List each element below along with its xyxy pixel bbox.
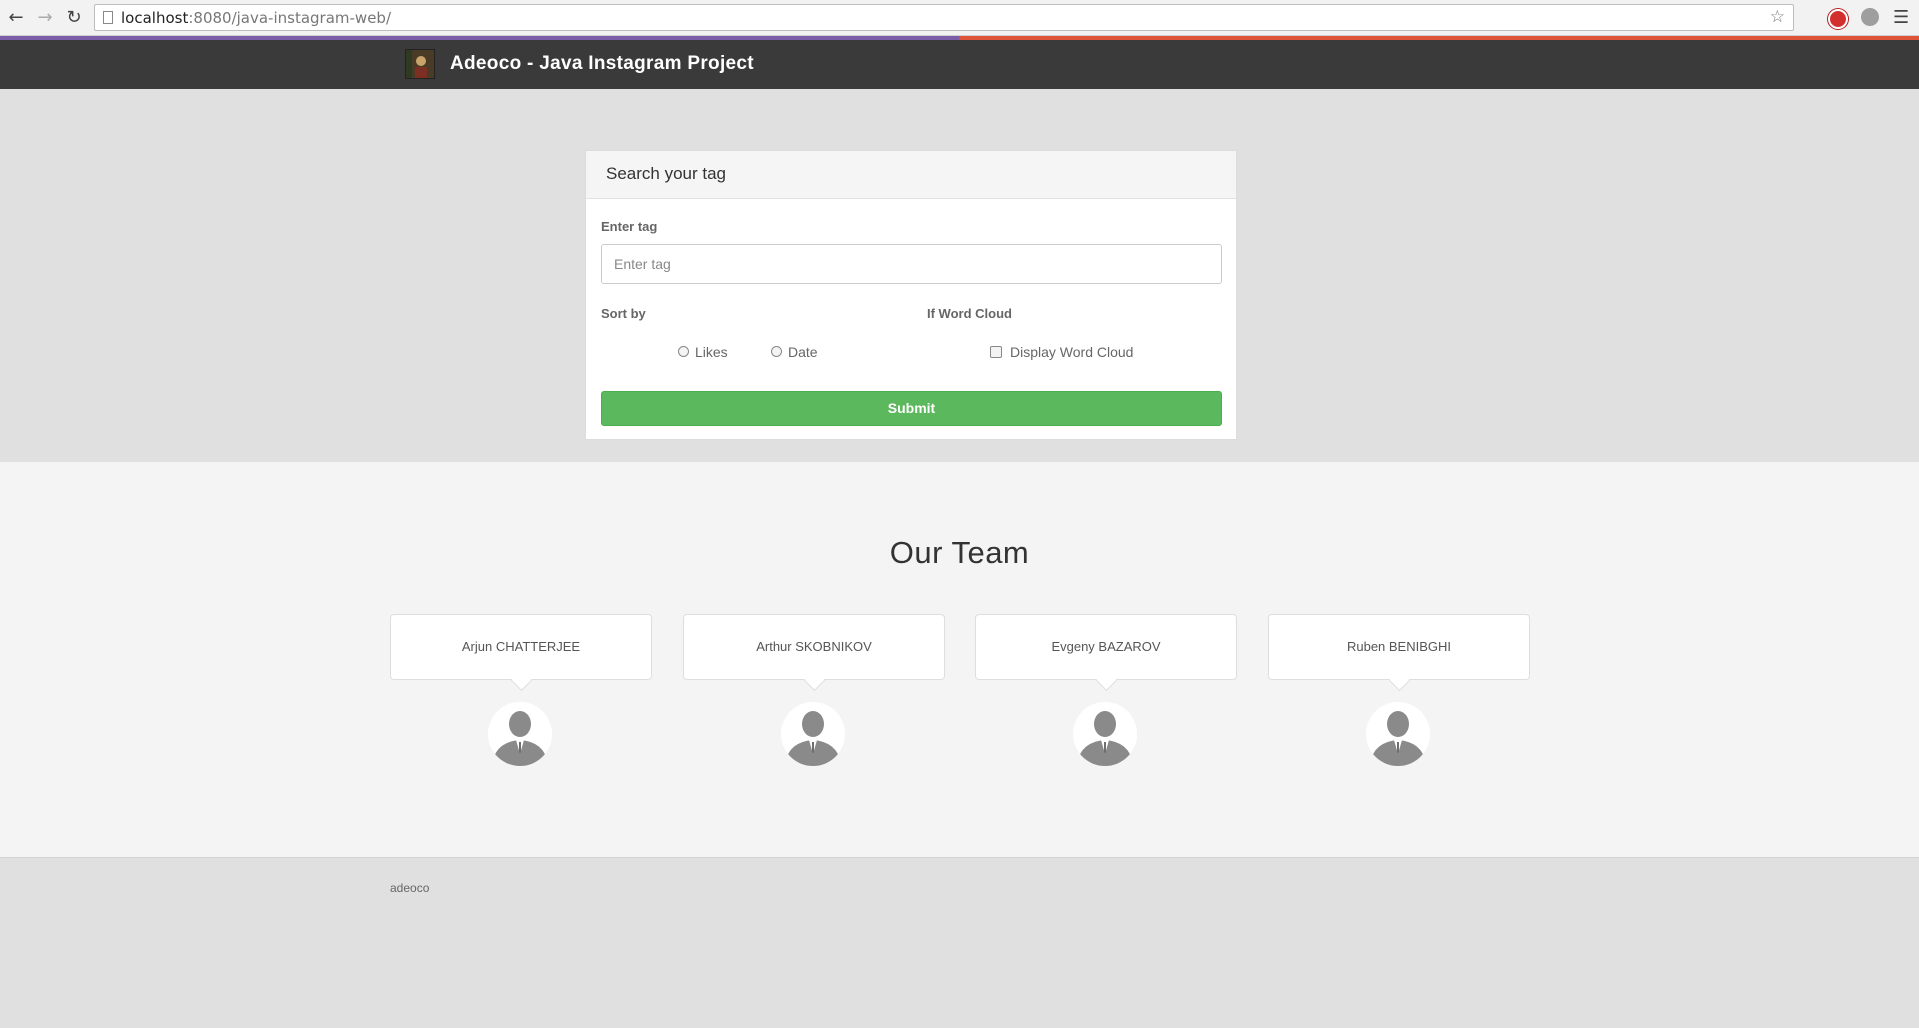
reload-icon[interactable]: ↻ (62, 6, 86, 30)
back-arrow-icon[interactable]: ← (4, 6, 28, 30)
sort-date-label[interactable]: Date (788, 344, 818, 360)
brand-title[interactable]: Adeoco - Java Instagram Project (450, 53, 754, 75)
footer: adeoco (0, 857, 1919, 1028)
team-heading: Our Team (889, 535, 1030, 570)
browser-toolbar: ← → ↻ localhost:8080/java-instagram-web/… (0, 0, 1919, 36)
menu-icon[interactable]: ☰ (1893, 7, 1909, 28)
wordcloud-option-label[interactable]: Display Word Cloud (1010, 344, 1133, 360)
member-name-card: Evgeny BAZAROV (975, 614, 1237, 680)
navbar-stripe (0, 36, 1919, 40)
page-icon (103, 11, 113, 24)
tag-label: Enter tag (601, 219, 658, 234)
avatar-icon (1366, 702, 1430, 766)
search-section: Search your tag Enter tag Sort by Likes … (0, 89, 1919, 462)
wordcloud-checkbox[interactable] (990, 346, 1002, 358)
url-text: localhost:8080/java-instagram-web/ (121, 9, 392, 27)
extension-icon[interactable] (1861, 8, 1879, 26)
brand-logo[interactable] (405, 49, 435, 79)
team-member: Evgeny BAZAROV (975, 614, 1237, 766)
member-name-card: Arthur SKOBNIKOV (683, 614, 945, 680)
star-icon[interactable]: ☆ (1770, 7, 1785, 27)
adblock-icon[interactable] (1828, 9, 1848, 29)
submit-button[interactable]: Submit (601, 391, 1222, 426)
wordcloud-label: If Word Cloud (927, 306, 1012, 321)
member-name-card: Arjun CHATTERJEE (390, 614, 652, 680)
panel-header: Search your tag (586, 151, 1236, 199)
avatar-icon (1073, 702, 1137, 766)
address-bar[interactable]: localhost:8080/java-instagram-web/ ☆ (94, 4, 1794, 31)
avatar-icon (781, 702, 845, 766)
panel-title: Search your tag (606, 164, 727, 183)
avatar-icon (488, 702, 552, 766)
tag-input[interactable] (601, 244, 1222, 284)
team-section: Our Team Arjun CHATTERJEE Arthur SKOBNIK… (0, 462, 1919, 857)
navbar: Adeoco - Java Instagram Project (0, 36, 1919, 89)
team-member: Arjun CHATTERJEE (390, 614, 652, 766)
footer-text: adeoco (390, 881, 430, 895)
sort-date-radio[interactable] (771, 346, 782, 357)
sort-likes-label[interactable]: Likes (695, 344, 728, 360)
team-member: Ruben BENIBGHI (1268, 614, 1530, 766)
search-panel: Search your tag Enter tag Sort by Likes … (585, 150, 1237, 440)
member-name-card: Ruben BENIBGHI (1268, 614, 1530, 680)
sort-label: Sort by (601, 306, 646, 321)
team-member: Arthur SKOBNIKOV (683, 614, 945, 766)
forward-arrow-icon[interactable]: → (33, 6, 57, 30)
sort-likes-radio[interactable] (678, 346, 689, 357)
